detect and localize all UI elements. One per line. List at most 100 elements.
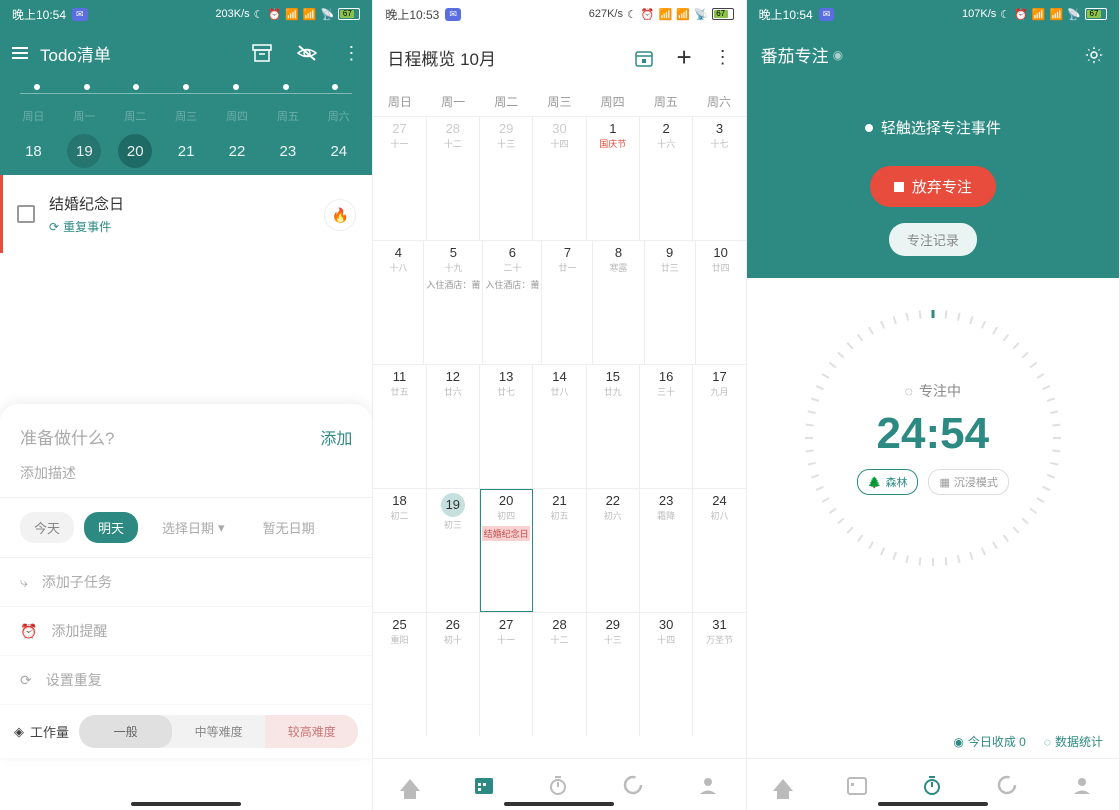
nav-timer[interactable] [547,774,569,796]
record-button[interactable]: 专注记录 [889,223,977,256]
calendar-cell[interactable]: 14廿八 [533,365,586,488]
nav-profile[interactable] [1071,774,1093,796]
date-cell[interactable]: 22 [220,134,254,168]
app-title: Todo清单 [40,41,111,66]
date-cell[interactable]: 23 [271,134,305,168]
calendar-month[interactable]: 10月 [460,50,496,69]
calendar-cell[interactable]: 10廿四 [696,241,746,364]
calendar-cell[interactable]: 28十二 [427,117,480,240]
calendar-cell[interactable]: 22初六 [587,489,640,612]
calendar-cell[interactable]: 29十三 [587,613,640,736]
date-cell[interactable]: 19 [67,134,101,168]
calendar-cell[interactable]: 16三十 [640,365,693,488]
calendar-cell[interactable]: 12廿六 [427,365,480,488]
nav-profile[interactable] [697,774,719,796]
nav-progress[interactable] [622,774,644,796]
chip-no-date[interactable]: 暂无日期 [249,512,329,543]
calendar-cell[interactable]: 20初四结婚纪念日 [480,489,533,612]
calendar-cell[interactable]: 1国庆节 [587,117,640,240]
task-checkbox[interactable] [17,205,35,223]
home-indicator [878,802,988,806]
todo-screen: 晚上10:54✉ 203K/s☾⏰📶📶📡67 Todo清单 ⋮ 周日周一周二周三… [0,0,373,810]
pomodoro-toolbar: 番茄专注◉ [747,28,1119,81]
calendar-cell[interactable]: 7廿一 [542,241,593,364]
calendar-cell[interactable]: 19初三 [427,489,480,612]
calendar-cell[interactable]: 9廿三 [645,241,696,364]
calendar-cell[interactable]: 28十二 [533,613,586,736]
date-cell[interactable]: 18 [16,134,50,168]
calendar-cell[interactable]: 18初二 [373,489,426,612]
nav-home[interactable] [773,779,793,791]
moon-icon: ☾ [254,8,264,21]
focus-status: ◌专注中 [905,381,961,401]
calendar-cell[interactable]: 21初五 [533,489,586,612]
home-indicator [131,802,241,806]
calendar-cell[interactable]: 4十八 [373,241,424,364]
select-event-hint[interactable]: 轻触选择专注事件 [747,117,1119,138]
calendar-cell[interactable]: 23霜降 [640,489,693,612]
calendar-toolbar: 日程概览 10月 + ⋮ [373,28,745,87]
calendar-cell[interactable]: 30十四 [640,613,693,736]
today-icon[interactable] [634,48,654,68]
nav-calendar[interactable] [473,774,495,796]
dropdown-icon: ▾ [218,520,225,536]
nav-progress[interactable] [996,774,1018,796]
message-icon: ✉ [72,8,88,21]
today-harvest[interactable]: ◉今日收成 0 [953,733,1026,750]
calendar-cell[interactable]: 26初十 [427,613,480,736]
date-cell[interactable]: 24 [322,134,356,168]
calendar-cell[interactable]: 3十七 [693,117,745,240]
add-reminder[interactable]: ⏰添加提醒 [0,607,372,656]
workload-high[interactable]: 较高难度 [265,715,358,748]
nav-timer[interactable] [921,774,943,796]
description-input[interactable]: 添加描述 [0,463,372,498]
calendar-cell[interactable]: 17九月 [693,365,745,488]
calendar-cell[interactable]: 31万圣节 [693,613,745,736]
archive-icon[interactable] [252,44,272,62]
calendar-cell[interactable]: 8寒露 [593,241,644,364]
calendar-cell[interactable]: 15廿九 [587,365,640,488]
timer-dial: ◌专注中 24:54 🌲森林 ▦沉浸模式 [803,308,1063,568]
task-input[interactable]: 准备做什么? [20,424,320,449]
calendar-grid: 27十一28十二29十三30十四1国庆节2十六3十七4十八5十九入住酒店：莆6二… [373,116,745,736]
calendar-cell[interactable]: 27十一 [373,117,426,240]
add-button[interactable]: 添加 [320,425,352,449]
calendar-cell[interactable]: 13廿七 [480,365,533,488]
nav-home[interactable] [400,779,420,791]
chip-tomorrow[interactable]: 明天 [84,512,138,543]
add-icon[interactable]: + [676,42,691,73]
calendar-cell[interactable]: 5十九入住酒店：莆 [424,241,483,364]
set-repeat[interactable]: ⟳设置重复 [0,656,372,705]
settings-icon[interactable] [1083,44,1105,66]
calendar-cell[interactable]: 27十一 [480,613,533,736]
workload-medium[interactable]: 中等难度 [172,715,265,748]
help-icon[interactable]: ◉ [833,48,843,62]
abandon-button[interactable]: 放弃专注 [870,166,996,207]
calendar-cell[interactable]: 2十六 [640,117,693,240]
add-subtask[interactable]: ⤷添加子任务 [0,558,372,607]
workload-normal[interactable]: 一般 [79,715,172,748]
todo-toolbar: Todo清单 ⋮ [0,28,372,78]
task-item[interactable]: 结婚纪念日 ⟳重复事件 🔥 [0,175,372,253]
more-icon[interactable]: ⋮ [714,47,732,68]
mode-immerse[interactable]: ▦沉浸模式 [928,469,1008,495]
calendar-cell[interactable]: 29十三 [480,117,533,240]
mode-forest[interactable]: 🌲森林 [857,469,919,495]
calendar-cell[interactable]: 6二十入住酒店：莆 [483,241,542,364]
date-cell[interactable]: 21 [169,134,203,168]
calendar-cell[interactable]: 24初八 [693,489,745,612]
data-stats[interactable]: ◌数据统计 [1044,733,1103,750]
status-icon: ◌ [905,383,913,399]
menu-icon[interactable] [12,47,28,59]
date-cell[interactable]: 20 [118,134,152,168]
calendar-cell[interactable]: 25重阳 [373,613,426,736]
chip-pick-date[interactable]: 选择日期▾ [148,512,239,543]
visibility-off-icon[interactable] [296,44,318,62]
task-title: 结婚纪念日 [49,193,358,214]
workload-segment: 一般 中等难度 较高难度 [79,715,358,748]
calendar-cell[interactable]: 11廿五 [373,365,426,488]
nav-calendar[interactable] [846,774,868,796]
more-icon[interactable]: ⋮ [342,43,360,64]
calendar-cell[interactable]: 30十四 [533,117,586,240]
chip-today[interactable]: 今天 [20,512,74,543]
